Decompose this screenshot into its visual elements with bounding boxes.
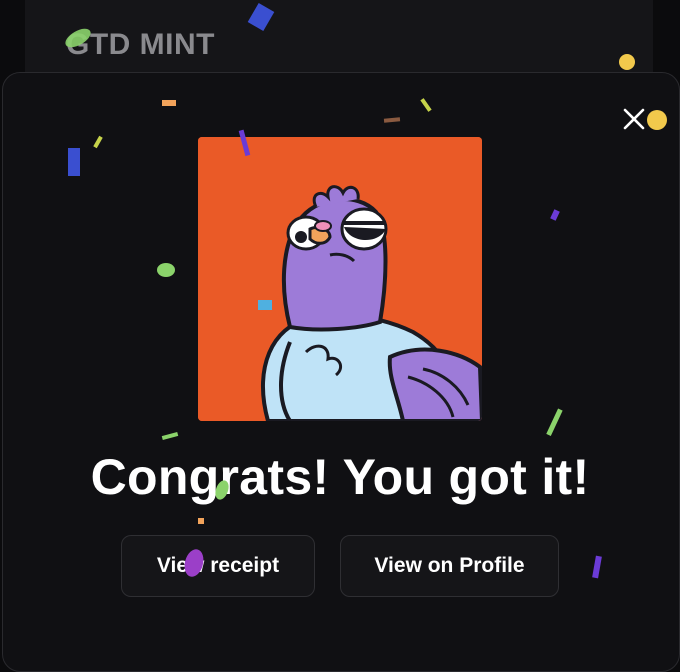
close-icon xyxy=(623,108,645,130)
congrats-headline: Congrats! You got it! xyxy=(90,449,590,505)
nft-artwork xyxy=(198,137,482,421)
close-button[interactable] xyxy=(618,103,650,135)
view-on-profile-button[interactable]: View on Profile xyxy=(340,535,559,597)
view-receipt-button[interactable]: View receipt xyxy=(121,535,315,597)
collection-title: GTD MINT xyxy=(66,28,215,61)
